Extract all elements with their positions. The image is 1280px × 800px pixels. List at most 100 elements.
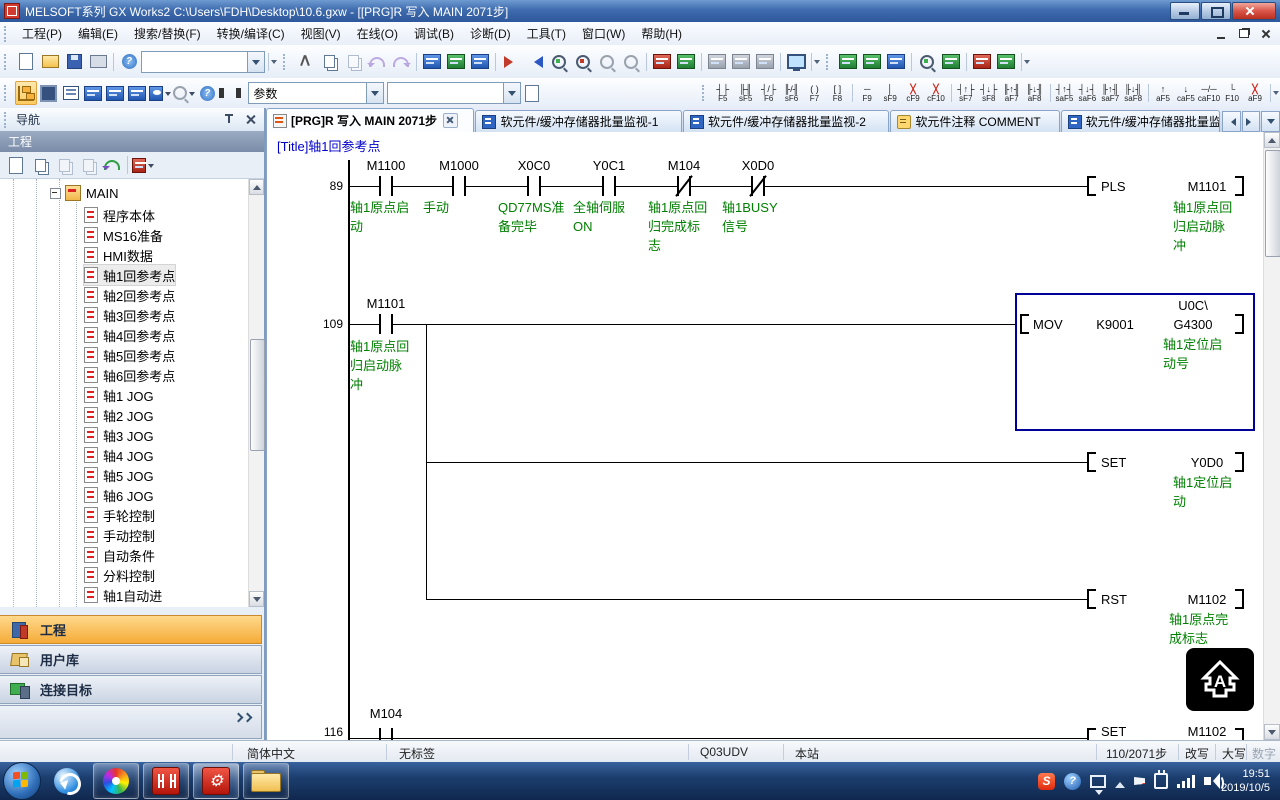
toolbar-overflow-icon[interactable] [1021, 53, 1032, 71]
ladder-editor[interactable]: [Title]轴1回参考点 89 M1100 M1000 X0C0 Y0C1 M… [266, 132, 1280, 740]
tab-main-program[interactable]: [PRG]R 写入 MAIN 2071步 [266, 108, 474, 132]
window-arrange-button[interactable] [754, 51, 776, 73]
sort-button[interactable] [132, 154, 154, 176]
toolbar-overflow-icon[interactable] [1270, 84, 1280, 102]
pin-icon[interactable] [223, 114, 235, 126]
tab-scroll-right-icon[interactable] [1242, 111, 1261, 132]
instruction-set[interactable]: SET [1101, 455, 1126, 470]
copy-data-button[interactable] [29, 154, 51, 176]
find-target-button[interactable] [173, 82, 195, 104]
tree-item-axis6-home[interactable]: 轴6回参考点 [84, 365, 175, 385]
find-combo[interactable]: 参数 [248, 82, 384, 104]
program-list-button[interactable] [940, 51, 962, 73]
taskbar-browser2-button[interactable] [93, 763, 139, 799]
tree-item-axis4-jog[interactable]: 轴4 JOG [84, 445, 154, 465]
ladder-key-parallel-rise[interactable]: ╟↑╢aF7 [1001, 80, 1024, 106]
watch-register-button[interactable] [861, 51, 883, 73]
combo-dropdown-icon[interactable] [247, 52, 264, 72]
copy-button[interactable] [318, 51, 340, 73]
device-use-list-button[interactable] [83, 82, 103, 104]
ladder-key-delete-hline[interactable]: ╳cF9 [902, 80, 925, 106]
toolbar-overflow-icon[interactable] [268, 53, 279, 71]
menu-debug[interactable]: 调试(B) [406, 22, 462, 45]
watch-start-button[interactable] [837, 51, 859, 73]
help-tray-icon[interactable]: ? [1064, 773, 1081, 790]
cross-reference-button[interactable] [127, 82, 147, 104]
tree-item-axis4-home[interactable]: 轴4回参考点 [84, 325, 175, 345]
navigation-window-button[interactable] [15, 81, 37, 105]
menu-window[interactable]: 窗口(W) [574, 22, 633, 45]
ladder-key-parallel-fall[interactable]: ╟↓╢aF8 [1024, 80, 1047, 106]
start-button[interactable] [3, 762, 41, 800]
taskbar-gxworks-active-button[interactable]: ⚙ [193, 763, 239, 799]
ladder-key-branch[interactable]: └F10 [1221, 80, 1244, 106]
tree-item-axis6-jog[interactable]: 轴6 JOG [84, 485, 154, 505]
scrollbar-thumb[interactable] [1265, 150, 1280, 257]
combo-dropdown-icon[interactable] [503, 83, 520, 103]
device-batch-button[interactable] [469, 51, 491, 73]
contact-no[interactable] [379, 176, 393, 196]
device-display-button[interactable] [149, 82, 171, 104]
restore-button[interactable] [1201, 2, 1231, 20]
tree-item-program-body[interactable]: 程序本体 [84, 205, 155, 225]
device-find-button[interactable] [421, 51, 443, 73]
output-window-button[interactable] [61, 82, 81, 104]
undo-button[interactable] [366, 51, 388, 73]
window-tray-icon[interactable] [1090, 775, 1106, 788]
toolbar-combo[interactable] [141, 51, 265, 73]
ladder-key-rise-neg[interactable]: ┤↑┤saF5 [1053, 80, 1076, 106]
panel-close-icon[interactable] [245, 114, 256, 125]
ladder-key-fall-neg[interactable]: ┤↓┤saF6 [1076, 80, 1099, 106]
open-project-button[interactable] [39, 51, 61, 73]
ladder-key-parallel-rise-neg[interactable]: ╟↑╢saF7 [1099, 80, 1122, 106]
show-hidden-icons[interactable] [1115, 777, 1125, 788]
function-block-button[interactable] [39, 82, 59, 104]
simulation-button[interactable] [995, 51, 1017, 73]
tree-item-axis1-auto[interactable]: 轴1自动进 [84, 585, 162, 605]
instruction-mov[interactable]: MOV [1033, 317, 1063, 332]
ladder-key-parallel-contact[interactable]: ╟╢sF5 [735, 80, 758, 106]
ladder-key-application[interactable]: [ ]F8 [826, 80, 849, 106]
clock[interactable]: 19:51 2019/10/5 [1221, 767, 1270, 795]
remote-monitor-button[interactable] [785, 51, 807, 73]
paste-button[interactable] [342, 51, 364, 73]
tree-item-manual[interactable]: 手动控制 [84, 525, 155, 545]
mdi-minimize-button[interactable] [1216, 29, 1228, 39]
mdi-close-button[interactable] [1260, 29, 1272, 39]
collapse-icon[interactable] [50, 188, 61, 199]
ladder-key-parallel-closed[interactable]: ╟/╢sF6 [781, 80, 804, 106]
ladder-key-vline[interactable]: │sF9 [879, 80, 902, 106]
redo-button[interactable] [390, 51, 412, 73]
nav-button-connection[interactable]: 连接目标 [0, 675, 262, 704]
nav-button-project[interactable]: 工程 [0, 615, 262, 644]
menu-online[interactable]: 在线(O) [349, 22, 406, 45]
toolbar-overflow-icon[interactable] [811, 53, 822, 71]
taskbar-browser-button[interactable] [45, 764, 89, 798]
tab-device-comment[interactable]: 软元件注释 COMMENT [890, 110, 1059, 132]
menu-project[interactable]: 工程(P) [14, 22, 70, 45]
scan-time-button[interactable] [916, 51, 938, 73]
tree-item-axis5-home[interactable]: 轴5回参考点 [84, 345, 175, 365]
tree-item-axis3-home[interactable]: 轴3回参考点 [84, 305, 175, 325]
panel-splitter[interactable] [0, 607, 248, 615]
find-combo-2[interactable] [387, 82, 521, 104]
tree-item-axis3-jog[interactable]: 轴3 JOG [84, 425, 154, 445]
read-from-plc-button[interactable] [524, 51, 546, 73]
contact-no[interactable] [602, 176, 616, 196]
help-button[interactable]: ? [118, 51, 140, 73]
menu-view[interactable]: 视图(V) [293, 22, 349, 45]
save-project-button[interactable] [63, 51, 85, 73]
taskbar-gxworks-button[interactable] [143, 763, 189, 799]
tree-node-main[interactable]: MAIN [50, 183, 119, 203]
ladder-key-rise-pulse[interactable]: ┤↑├sF7 [955, 80, 978, 106]
power-icon[interactable] [1154, 773, 1168, 789]
window-cascade-button[interactable] [706, 51, 728, 73]
tree-item-axis2-home[interactable]: 轴2回参考点 [84, 285, 175, 305]
editor-scrollbar[interactable] [1263, 132, 1280, 740]
device-test-button[interactable] [445, 51, 467, 73]
duplicate-data-button[interactable] [77, 154, 99, 176]
tree-item-handwheel[interactable]: 手轮控制 [84, 505, 155, 525]
contact-no[interactable] [379, 314, 393, 334]
tree-scrollbar[interactable] [248, 179, 264, 607]
contact-no[interactable] [527, 176, 541, 196]
